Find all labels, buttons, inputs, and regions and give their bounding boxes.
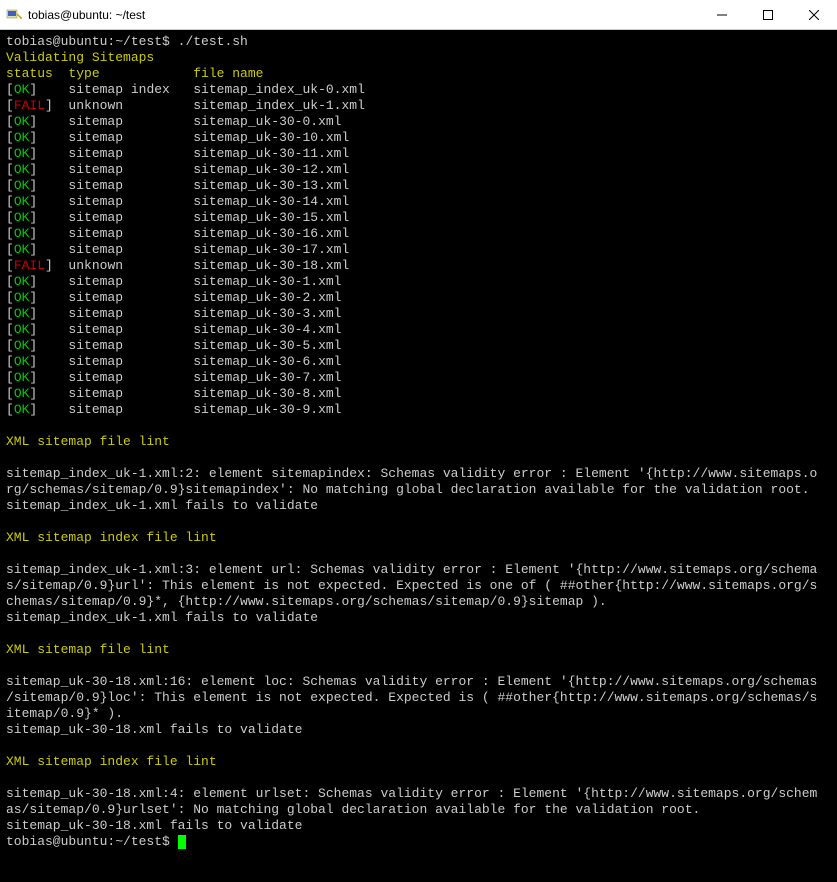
status-row: [OK] sitemap sitemap_uk-30-14.xml bbox=[6, 194, 349, 209]
status-row: [OK] sitemap sitemap_uk-30-6.xml bbox=[6, 354, 341, 369]
header-row: status type file name bbox=[6, 66, 263, 81]
error-message: sitemap_index_uk-1.xml:2: element sitema… bbox=[6, 466, 817, 481]
heading-validating: Validating Sitemaps bbox=[6, 50, 154, 65]
status-row: [OK] sitemap index sitemap_index_uk-0.xm… bbox=[6, 82, 365, 97]
prompt: tobias@ubuntu:~/test$ bbox=[6, 834, 178, 849]
error-message: sitemap_index_uk-1.xml:3: element url: S… bbox=[6, 562, 817, 577]
status-row: [OK] sitemap sitemap_uk-30-3.xml bbox=[6, 306, 341, 321]
error-message: chemas/sitemap/0.9}*, {http://www.sitema… bbox=[6, 594, 607, 609]
status-row: [OK] sitemap sitemap_uk-30-15.xml bbox=[6, 210, 349, 225]
error-message: as/sitemap/0.9}urlset': No matching glob… bbox=[6, 802, 700, 817]
command: ./test.sh bbox=[178, 34, 248, 49]
status-row: [OK] sitemap sitemap_uk-30-1.xml bbox=[6, 274, 341, 289]
status-row: [OK] sitemap sitemap_uk-30-13.xml bbox=[6, 178, 349, 193]
status-row: [OK] sitemap sitemap_uk-30-8.xml bbox=[6, 386, 341, 401]
error-message: s/sitemap/0.9}url': This element is not … bbox=[6, 578, 817, 593]
error-message: sitemap_index_uk-1.xml fails to validate bbox=[6, 610, 318, 625]
error-message: itemap/0.9}* ). bbox=[6, 706, 123, 721]
prompt: tobias@ubuntu:~/test$ bbox=[6, 34, 178, 49]
status-row: [OK] sitemap sitemap_uk-30-5.xml bbox=[6, 338, 341, 353]
cursor bbox=[178, 835, 186, 849]
lint-heading: XML sitemap file lint bbox=[6, 642, 170, 657]
putty-icon bbox=[6, 7, 22, 23]
window-buttons bbox=[699, 0, 837, 29]
lint-heading: XML sitemap file lint bbox=[6, 434, 170, 449]
status-row: [OK] sitemap sitemap_uk-30-17.xml bbox=[6, 242, 349, 257]
error-message: sitemap_uk-30-18.xml fails to validate bbox=[6, 722, 302, 737]
status-row: [OK] sitemap sitemap_uk-30-4.xml bbox=[6, 322, 341, 337]
minimize-button[interactable] bbox=[699, 0, 745, 29]
error-message: rg/schemas/sitemap/0.9}sitemapindex': No… bbox=[6, 482, 810, 497]
status-row: [OK] sitemap sitemap_uk-30-7.xml bbox=[6, 370, 341, 385]
error-message: sitemap_uk-30-18.xml fails to validate bbox=[6, 818, 302, 833]
terminal[interactable]: tobias@ubuntu:~/test$ ./test.sh Validati… bbox=[0, 30, 837, 882]
error-message: sitemap_index_uk-1.xml fails to validate bbox=[6, 498, 318, 513]
close-button[interactable] bbox=[791, 0, 837, 29]
window-titlebar: tobias@ubuntu: ~/test bbox=[0, 0, 837, 30]
status-row: [OK] sitemap sitemap_uk-30-2.xml bbox=[6, 290, 341, 305]
error-message: sitemap_uk-30-18.xml:4: element urlset: … bbox=[6, 786, 817, 801]
error-message: sitemap_uk-30-18.xml:16: element loc: Sc… bbox=[6, 674, 817, 689]
status-row: [OK] sitemap sitemap_uk-30-9.xml bbox=[6, 402, 341, 417]
status-row: [FAIL] unknown sitemap_index_uk-1.xml bbox=[6, 98, 365, 113]
error-message: /sitemap/0.9}loc': This element is not e… bbox=[6, 690, 817, 705]
maximize-button[interactable] bbox=[745, 0, 791, 29]
status-row: [OK] sitemap sitemap_uk-30-0.xml bbox=[6, 114, 341, 129]
window-title: tobias@ubuntu: ~/test bbox=[28, 8, 699, 22]
lint-heading: XML sitemap index file lint bbox=[6, 754, 217, 769]
status-row: [OK] sitemap sitemap_uk-30-11.xml bbox=[6, 146, 349, 161]
status-row: [OK] sitemap sitemap_uk-30-16.xml bbox=[6, 226, 349, 241]
lint-heading: XML sitemap index file lint bbox=[6, 530, 217, 545]
status-row: [OK] sitemap sitemap_uk-30-10.xml bbox=[6, 130, 349, 145]
status-row: [FAIL] unknown sitemap_uk-30-18.xml bbox=[6, 258, 349, 273]
status-row: [OK] sitemap sitemap_uk-30-12.xml bbox=[6, 162, 349, 177]
